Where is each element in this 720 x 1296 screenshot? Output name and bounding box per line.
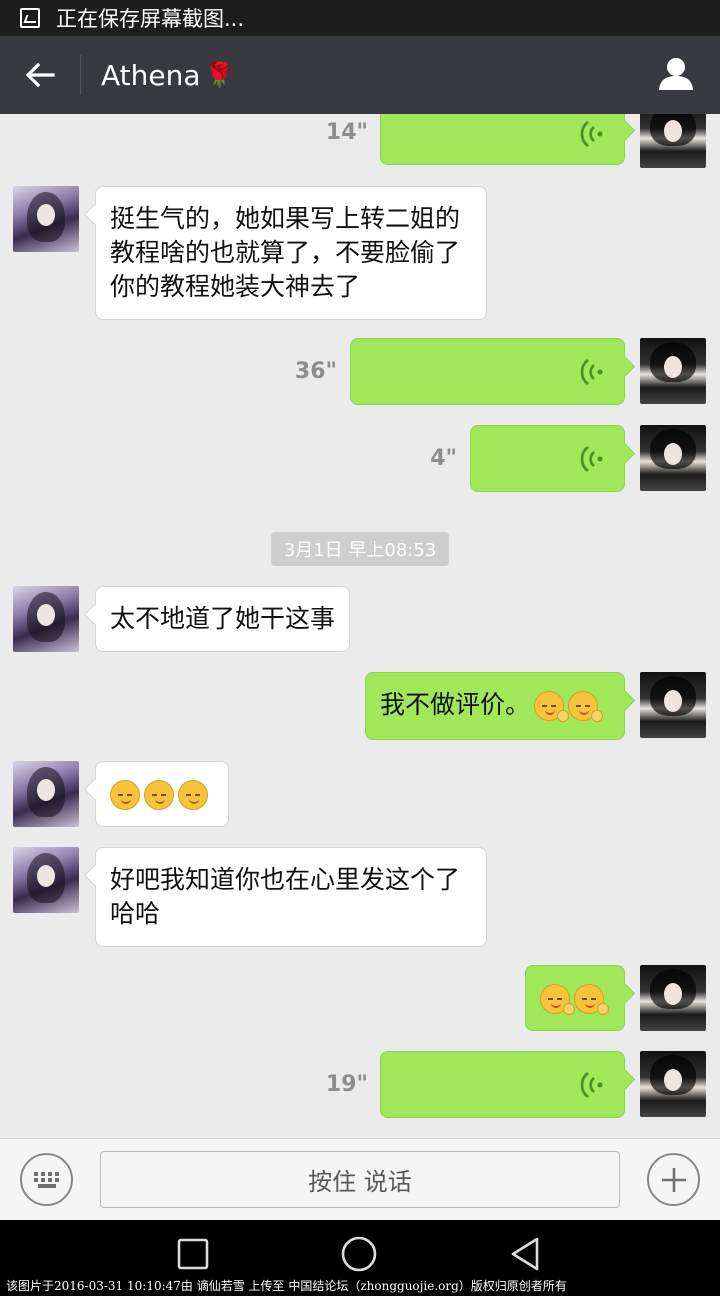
voice-duration: 4" <box>430 446 457 471</box>
person-icon <box>659 58 693 90</box>
contact-avatar[interactable] <box>13 761 79 827</box>
contact-avatar[interactable] <box>13 586 79 652</box>
smirk-emoji-icon <box>540 984 575 1015</box>
contact-avatar[interactable] <box>13 186 79 252</box>
my-avatar[interactable] <box>640 114 706 168</box>
header-divider <box>80 55 81 95</box>
my-avatar[interactable] <box>640 425 706 491</box>
emoji-message[interactable] <box>95 761 229 827</box>
voice-message[interactable] <box>470 425 625 492</box>
message-list[interactable]: 14" 挺生气的，她如果写上转二姐的教程啥的也就算了，不要脸偷了你的教程她装大神… <box>0 114 720 1138</box>
contact-name: Athena <box>101 58 201 92</box>
voice-wave-icon <box>580 358 603 385</box>
message-text: 我不做评价。 <box>380 690 531 719</box>
input-bar: 按住 说话 <box>0 1138 720 1220</box>
smirk-emoji-icon <box>574 984 609 1015</box>
my-avatar[interactable] <box>640 1051 706 1117</box>
voice-duration: 14" <box>325 120 368 145</box>
voice-duration: 36" <box>294 359 337 384</box>
keyboard-toggle-button[interactable] <box>20 1153 73 1206</box>
home-icon[interactable] <box>339 1234 379 1274</box>
text-message[interactable]: 好吧我知道你也在心里发这个了哈哈 <box>95 847 487 947</box>
voice-message[interactable] <box>380 1051 625 1118</box>
system-nav-bar: 该图片于2016-03-31 10:10:47由 谪仙若雪 上传至 中国结论坛（… <box>0 1220 720 1296</box>
chat-header: Athena 🌹 <box>0 36 720 114</box>
my-avatar[interactable] <box>640 965 706 1031</box>
chat-title: Athena 🌹 <box>101 59 234 92</box>
text-message[interactable]: 挺生气的，她如果写上转二姐的教程啥的也就算了，不要脸偷了你的教程她装大神去了 <box>95 186 487 320</box>
smirk-emoji-icon <box>568 691 604 722</box>
status-bar: 正在保存屏幕截图... <box>0 0 720 36</box>
smirk-emoji-icon <box>534 691 570 722</box>
rose-icon: 🌹 <box>204 61 235 89</box>
back-button[interactable] <box>0 36 80 114</box>
profile-button[interactable] <box>658 56 694 92</box>
plus-icon <box>661 1167 686 1192</box>
contact-avatar[interactable] <box>13 847 79 913</box>
watermark-note: 该图片于2016-03-31 10:10:47由 谪仙若雪 上传至 中国结论坛（… <box>6 1279 567 1293</box>
emoji-message[interactable] <box>525 965 625 1031</box>
voice-duration: 19" <box>325 1072 368 1097</box>
my-avatar[interactable] <box>640 338 706 404</box>
voice-wave-icon <box>580 445 603 472</box>
back-triangle-icon[interactable] <box>505 1234 545 1274</box>
grimace-emoji-icon <box>178 780 208 810</box>
text-message[interactable]: 我不做评价。 <box>365 672 625 740</box>
recent-apps-icon[interactable] <box>173 1234 213 1274</box>
text-message[interactable]: 太不地道了她干这事 <box>95 586 351 652</box>
grimace-emoji-icon <box>144 780 174 810</box>
status-text: 正在保存屏幕截图... <box>56 7 245 31</box>
arrow-left-icon <box>25 62 55 88</box>
voice-message[interactable] <box>380 114 625 165</box>
voice-message[interactable] <box>350 338 625 405</box>
grimace-emoji-icon <box>110 780 140 810</box>
voice-wave-icon <box>580 120 603 147</box>
voice-wave-icon <box>580 1071 603 1098</box>
screenshot-icon <box>20 8 40 28</box>
hold-to-talk-button[interactable]: 按住 说话 <box>100 1151 620 1208</box>
message-timestamp: 3月1日 早上08:53 <box>271 532 449 566</box>
more-button[interactable] <box>647 1153 700 1206</box>
keyboard-icon <box>33 1171 59 1188</box>
my-avatar[interactable] <box>640 672 706 738</box>
